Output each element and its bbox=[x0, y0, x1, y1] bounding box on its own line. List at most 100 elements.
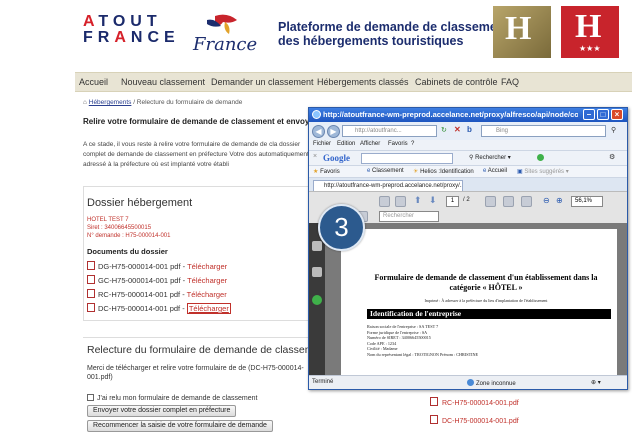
pdf-title: Formulaire de demande de classement d'un… bbox=[374, 273, 598, 292]
nav-nouveau-classement[interactable]: Nouveau classement bbox=[121, 77, 205, 87]
fav-accueil[interactable]: e Accueil bbox=[483, 168, 507, 174]
confirm-checkbox[interactable] bbox=[87, 394, 94, 401]
close-icon[interactable]: × bbox=[611, 109, 623, 120]
zoom-in-icon[interactable]: ⊕ bbox=[556, 196, 563, 205]
document-row: DG-H75-000014-001 pdf - Télécharger bbox=[87, 261, 227, 271]
tab-bar: http://atoutfrance-wm-preprod.accelance.… bbox=[309, 177, 627, 192]
right-document-row[interactable]: DC-H75-000014-001.pdf bbox=[430, 415, 519, 425]
popup-titlebar[interactable]: http://atoutfrance-wm-preprod.accelance.… bbox=[309, 108, 627, 122]
globe-icon bbox=[467, 379, 474, 386]
nav-accueil[interactable]: Accueil bbox=[79, 77, 108, 87]
document-row: RC-H75-000014-001 pdf - Télécharger bbox=[87, 289, 227, 299]
ie-page-icon: e bbox=[367, 168, 371, 174]
pdf-popup-window[interactable]: http://atoutfrance-wm-preprod.accelance.… bbox=[308, 107, 628, 390]
pdf-viewport[interactable]: Formulaire de demande de classement d'un… bbox=[325, 223, 627, 375]
email-icon[interactable] bbox=[395, 196, 406, 207]
stop-icon[interactable]: ✕ bbox=[454, 125, 461, 134]
back-icon[interactable]: ◀ bbox=[312, 125, 325, 138]
status-text: Terminé bbox=[312, 379, 334, 385]
relecture-title: Relecture du formulaire de demande de cl… bbox=[87, 344, 314, 356]
star-icon: ★ bbox=[313, 169, 319, 175]
hotel-badge-gold: H bbox=[493, 6, 551, 58]
search-input[interactable]: Bing bbox=[481, 125, 606, 137]
hotel-info: HOTEL TEST 7 Siret : 34006645500015 N° d… bbox=[87, 217, 171, 239]
favoris-button[interactable]: ★ Favoris bbox=[313, 168, 340, 175]
url-input[interactable]: http://atoutfranc... bbox=[342, 125, 437, 137]
next-page-icon[interactable]: ⬇ bbox=[429, 195, 437, 206]
print-icon[interactable] bbox=[379, 196, 390, 207]
forward-icon[interactable]: ▶ bbox=[327, 125, 340, 138]
main-nav: Accueil Nouveau classement Demander un c… bbox=[75, 72, 632, 92]
security-zone: Zone inconnue bbox=[467, 379, 516, 387]
zoom-out-icon[interactable]: ⊖ bbox=[543, 196, 550, 205]
google-toolbar: × Google ⚲ Rechercher ▾ ⚙ bbox=[309, 150, 627, 165]
pdf-icon bbox=[430, 415, 438, 424]
address-bar: ◀ ▶ http://atoutfranc... ↻ ✕ b Bing ⚲ bbox=[309, 122, 627, 140]
suggested-sites-icon: ▣ bbox=[517, 169, 523, 175]
page-number-input[interactable]: 1 bbox=[446, 196, 459, 207]
dossier-title: Dossier hébergement bbox=[87, 197, 193, 209]
toolbar-green-icon[interactable] bbox=[537, 154, 544, 161]
nav-faq[interactable]: FAQ bbox=[501, 77, 519, 87]
download-link[interactable]: Télécharger bbox=[187, 290, 227, 299]
fav-helios[interactable]: ☀ Helios :Identification bbox=[413, 168, 474, 175]
find-input[interactable]: Rechercher bbox=[379, 211, 439, 222]
menu-favoris[interactable]: Favoris bbox=[388, 141, 408, 147]
breadcrumb-link[interactable]: Hébergements bbox=[89, 99, 132, 106]
nav-cabinets-controle[interactable]: Cabinets de contrôle bbox=[415, 77, 498, 87]
zoom-tool-icon[interactable] bbox=[521, 196, 532, 207]
nav-hebergements-classes[interactable]: Hébergements classés bbox=[317, 77, 409, 87]
download-link[interactable]: Télécharger bbox=[187, 262, 227, 271]
restart-form-button[interactable]: Recommencer la saisie de votre formulair… bbox=[87, 420, 273, 432]
status-zoom[interactable]: ⊕ ▾ bbox=[591, 379, 601, 386]
svg-text:France: France bbox=[192, 34, 257, 55]
refresh-icon[interactable]: ↻ bbox=[441, 126, 447, 134]
pdf-subtitle: Imprimé : À adresser à la préfecture du … bbox=[424, 298, 548, 303]
france-logo: France bbox=[185, 10, 265, 60]
right-document-row[interactable]: RC-H75-000014-001.pdf bbox=[430, 397, 519, 407]
select-tool-icon[interactable] bbox=[485, 196, 496, 207]
maximize-icon[interactable]: □ bbox=[597, 109, 609, 120]
pdf-icon bbox=[87, 303, 95, 312]
nav-demander-classement[interactable]: Demander un classement bbox=[211, 77, 314, 87]
pdf-icon bbox=[87, 261, 95, 270]
download-link-focused[interactable]: Télécharger bbox=[186, 303, 231, 314]
menu-fichier[interactable]: Fichier bbox=[313, 141, 331, 147]
pages-icon[interactable] bbox=[312, 241, 322, 251]
send-dossier-button[interactable]: Envoyer votre dossier complet en préfect… bbox=[87, 405, 237, 417]
attachments-icon[interactable] bbox=[312, 267, 322, 277]
pdf-icon bbox=[87, 289, 95, 298]
download-link[interactable]: Télécharger bbox=[187, 276, 227, 285]
ie-page-icon: e bbox=[483, 168, 487, 174]
popup-title: http://atoutfrance-wm-preprod.accelance.… bbox=[323, 110, 578, 119]
zoom-select[interactable]: 56,1% bbox=[571, 196, 603, 207]
home-icon[interactable]: ⌂ bbox=[83, 99, 87, 106]
fav-sites-suggeres[interactable]: ▣ Sites suggérés ▾ bbox=[517, 168, 569, 175]
fav-classement[interactable]: e Classement bbox=[367, 168, 404, 174]
hotel-badge-red: H ★★★ bbox=[561, 6, 619, 58]
intro-text: A ce stade, il vous reste à relire votre… bbox=[83, 141, 309, 168]
google-search-button[interactable]: ⚲ Rechercher ▾ bbox=[469, 154, 511, 161]
search-icon[interactable]: ⚲ bbox=[611, 126, 616, 134]
settings-icon[interactable]: ⚙ bbox=[609, 153, 615, 161]
atout-france-logo[interactable]: ATOUT FRANCE bbox=[83, 14, 180, 46]
pdf-fields: Raison sociale de l'entreprise : SA TEST… bbox=[367, 324, 479, 357]
menu-afficher[interactable]: Afficher bbox=[360, 141, 380, 147]
hand-tool-icon[interactable] bbox=[503, 196, 514, 207]
menu-help[interactable]: ? bbox=[411, 141, 414, 147]
site-header: ATOUT FRANCE France Plateforme de demand… bbox=[75, 0, 632, 66]
step-number-badge: 3 bbox=[318, 204, 365, 251]
confirm-checkbox-row[interactable]: J'ai relu mon formulaire de demande de c… bbox=[87, 394, 257, 402]
favorites-bar: ★ Favoris e Classement ☀ Helios :Identif… bbox=[309, 165, 627, 177]
prev-page-icon[interactable]: ⬆ bbox=[414, 195, 422, 206]
ie-icon bbox=[312, 110, 321, 119]
menu-bar: Fichier Edition Afficher Favoris ? bbox=[309, 140, 627, 150]
document-row: GC-H75-000014-001 pdf - Télécharger bbox=[87, 275, 227, 285]
google-search-input[interactable] bbox=[361, 153, 453, 164]
relecture-text: Merci de télécharger et relire votre for… bbox=[87, 365, 304, 381]
breadcrumb: ⌂ Hébergements / Relecture du formulaire… bbox=[83, 99, 243, 106]
close-toolbar-icon[interactable]: × bbox=[313, 153, 317, 160]
minimize-icon[interactable]: – bbox=[583, 109, 595, 120]
comments-icon[interactable] bbox=[312, 295, 322, 305]
menu-edition[interactable]: Edition bbox=[337, 141, 355, 147]
